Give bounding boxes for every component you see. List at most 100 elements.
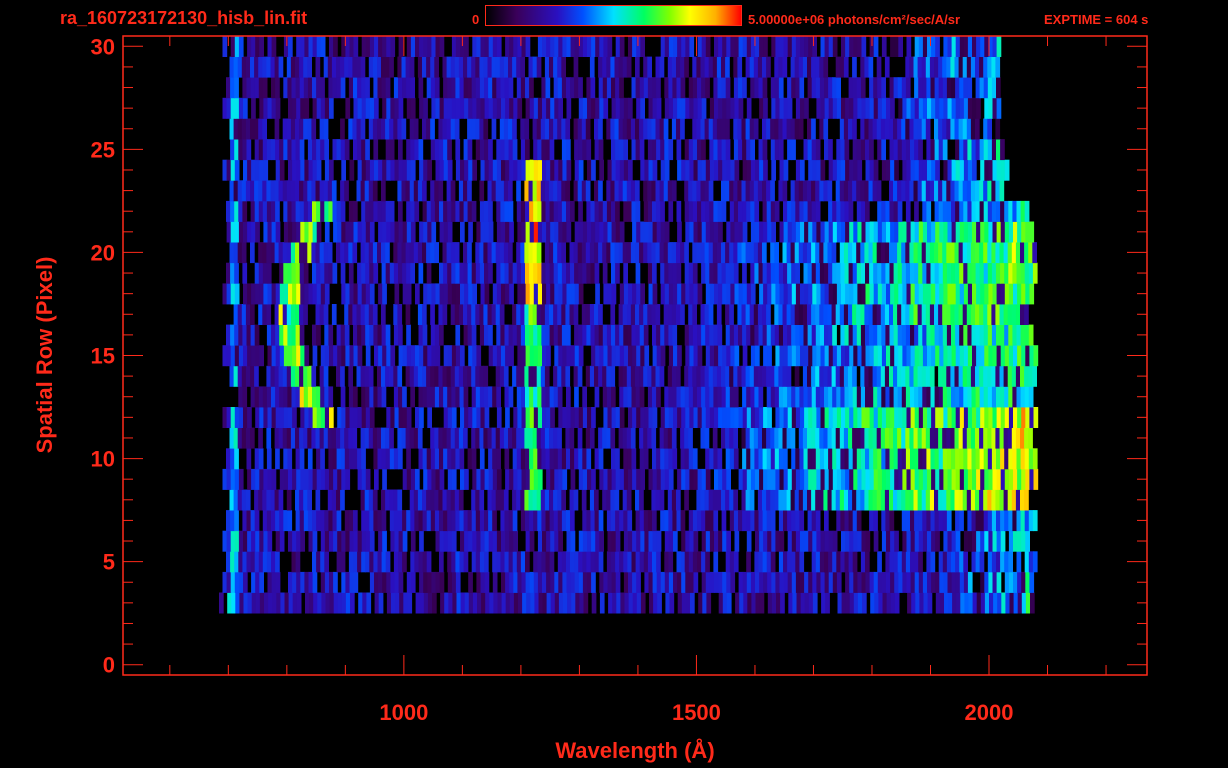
heatmap-cell [349,159,355,181]
heatmap-cell [491,56,497,78]
heatmap-cell [267,36,273,57]
heatmap-cell [975,262,981,284]
heatmap-cell [667,56,673,78]
heatmap-cell [917,489,923,511]
heatmap-cell [733,551,739,573]
heatmap-cell [750,283,756,305]
heatmap-cell [484,530,490,552]
heatmap-cell [808,530,813,552]
heatmap-cell [615,200,620,222]
heatmap-cell [681,468,686,490]
heatmap-cell [651,180,657,202]
heatmap-cell [233,242,239,264]
heatmap-cell [423,592,429,614]
heatmap-cell [607,159,613,181]
heatmap-cell [374,345,379,367]
heatmap-cell [655,118,661,140]
heatmap-cell [587,468,592,490]
heatmap-cell [684,551,690,573]
heatmap-cell [258,242,263,264]
heatmap-cell [938,242,943,264]
heatmap-cell [582,139,587,161]
heatmap-cell [680,510,686,532]
heatmap-cell [831,304,837,325]
heatmap-cell [712,365,718,387]
heatmap-cell [595,345,600,367]
heatmap-cell [910,551,915,573]
heatmap-cell [966,118,972,140]
heatmap-cell [451,386,456,408]
heatmap-cell [946,200,952,222]
heatmap-cell [975,118,980,140]
heatmap-cell [893,324,899,346]
heatmap-cell [266,56,272,78]
heatmap-cell [292,407,297,428]
heatmap-cell [353,200,358,222]
heatmap-cell [852,448,858,470]
heatmap-cell [316,283,322,305]
heatmap-cell [300,530,305,552]
heatmap-cell [295,56,300,78]
heatmap-cell [876,489,882,511]
heatmap-cell [230,510,235,532]
heatmap-cell [951,324,956,346]
heatmap-cell [283,345,289,367]
heatmap-cell [278,427,284,449]
heatmap-cell [513,571,518,593]
heatmap-cell [255,36,260,57]
heatmap-cell [451,200,456,222]
heatmap-cell [524,242,530,264]
heatmap-cell [800,468,805,490]
heatmap-cell [529,345,535,367]
heatmap-cell [651,242,657,264]
heatmap-cell [546,221,551,243]
heatmap-cell [689,571,695,593]
heatmap-cell [983,118,988,140]
heatmap-cell [402,221,408,243]
heatmap-cell [628,592,634,614]
heatmap-cell [291,200,297,222]
heatmap-cell [243,97,248,119]
heatmap-cell [525,200,530,222]
heatmap-cell [524,180,530,202]
heatmap-cell [1000,262,1005,284]
heatmap-cell [762,200,768,222]
heatmap-cell [393,242,398,264]
heatmap-cell [942,510,948,532]
heatmap-cell [869,221,875,243]
heatmap-cell [664,283,670,305]
heatmap-cell [418,510,424,532]
heatmap-cell [812,283,817,305]
heatmap-cell [755,530,760,552]
heatmap-cell [357,345,363,367]
heatmap-cell [373,551,379,573]
heatmap-cell [557,304,562,325]
heatmap-cell [995,242,1001,264]
heatmap-cell [503,56,509,78]
heatmap-cell [406,345,412,367]
heatmap-cell [1004,283,1010,305]
heatmap-cell [996,551,1001,573]
y-tick-label: 5 [103,550,115,575]
heatmap-cell [852,304,857,325]
heatmap-cell [365,324,370,346]
heatmap-cell [828,571,834,593]
heatmap-cell [747,592,752,614]
heatmap-cell [373,448,379,470]
heatmap-cell [479,551,485,573]
heatmap-cell [884,489,890,511]
heatmap-cell [800,407,805,428]
heatmap-cell [230,36,236,57]
heatmap-cell [582,510,587,532]
heatmap-cell [738,571,744,593]
heatmap-cell [365,386,370,408]
heatmap-cell [983,56,988,78]
heatmap-cell [274,304,280,325]
heatmap-cell [839,242,845,264]
heatmap-cell [819,77,825,99]
heatmap-cell [323,365,329,387]
heatmap-cell [807,139,813,161]
heatmap-cell [848,489,853,511]
heatmap-cell [464,283,469,305]
heatmap-cell [307,242,312,264]
